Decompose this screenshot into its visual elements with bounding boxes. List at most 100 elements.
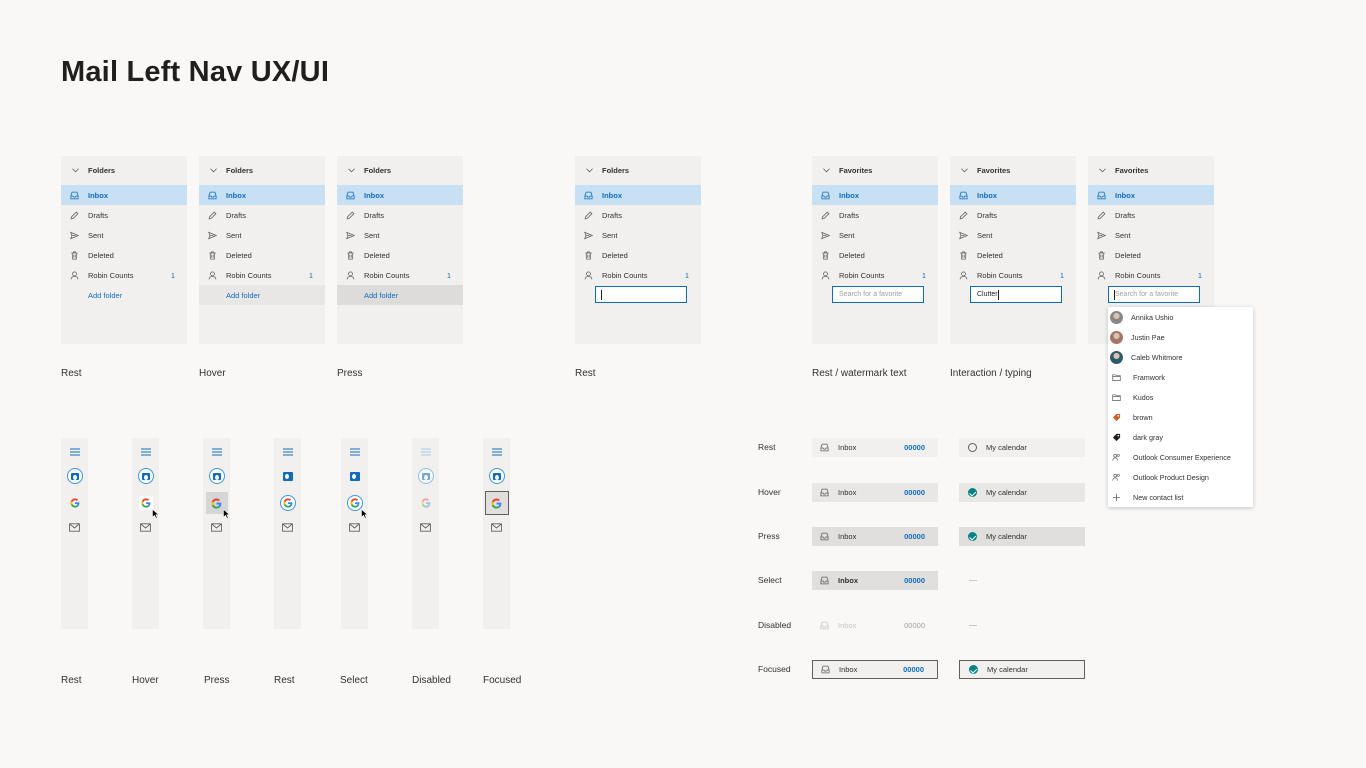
nav-item-robin-counts[interactable]: Robin Counts 1 [199, 265, 325, 285]
nav-item-deleted[interactable]: Deleted [337, 245, 463, 265]
nav-item-drafts[interactable]: Drafts [1088, 205, 1214, 225]
nav-item-deleted[interactable]: Deleted [575, 245, 701, 265]
favorite-suggestion-item[interactable]: New contact list [1108, 487, 1253, 507]
favorite-suggestion-item[interactable]: Justin Pae [1108, 327, 1253, 347]
google-account-button[interactable] [483, 491, 510, 515]
nav-item-deleted[interactable]: Deleted [1088, 245, 1214, 265]
add-folder-link[interactable]: Add folder [337, 285, 463, 305]
nav-item-inbox[interactable]: Inbox [1088, 185, 1214, 205]
favorite-suggestion-item[interactable]: Outlook Consumer Experience [1108, 447, 1253, 467]
nav-item-sent[interactable]: Sent [812, 225, 938, 245]
nav-item-robin-counts[interactable]: Robin Counts 1 [812, 265, 938, 285]
inbox-item-disabled[interactable]: Inbox 00000 [812, 616, 938, 635]
hamburger-icon[interactable] [61, 446, 88, 458]
nav-item-sent[interactable]: Sent [199, 225, 325, 245]
favorite-suggestion-item[interactable]: Annika Ushio [1108, 307, 1253, 327]
hamburger-icon[interactable] [483, 446, 510, 458]
nav-item-inbox[interactable]: Inbox [950, 185, 1076, 205]
hamburger-icon[interactable] [274, 446, 301, 458]
nav-item-drafts[interactable]: Drafts [812, 205, 938, 225]
favorite-search-input[interactable]: Search for a favorite [832, 286, 924, 303]
favorite-search-input[interactable]: Clutter [970, 286, 1062, 303]
google-account-button[interactable] [61, 492, 88, 514]
favorite-suggestion-item[interactable]: Kudos [1108, 387, 1253, 407]
nav-item-robin-counts[interactable]: Robin Counts 1 [337, 265, 463, 285]
favorite-suggestion-item[interactable]: dark gray [1108, 427, 1253, 447]
add-folder-link[interactable]: Add folder [199, 285, 325, 305]
nav-item-inbox[interactable]: Inbox [199, 185, 325, 205]
nav-section-header[interactable]: Favorites [812, 156, 938, 185]
nav-item-inbox[interactable]: Inbox [812, 185, 938, 205]
nav-section-header[interactable]: Folders [337, 156, 463, 185]
outlook-account-button[interactable] [274, 466, 301, 486]
nav-item-sent[interactable]: Sent [1088, 225, 1214, 245]
calendar-item-hover[interactable]: My calendar [959, 483, 1085, 502]
nav-item-drafts[interactable]: Drafts [337, 205, 463, 225]
inbox-item-focused[interactable]: Inbox 00000 [812, 660, 938, 679]
nav-section-header[interactable]: Folders [575, 156, 701, 185]
nav-section-header[interactable]: Folders [199, 156, 325, 185]
nav-item-inbox[interactable]: Inbox [575, 185, 701, 205]
mail-icon[interactable] [203, 522, 230, 532]
calendar-item-press[interactable]: My calendar [959, 527, 1085, 546]
nav-item-robin-counts[interactable]: Robin Counts 1 [575, 265, 701, 285]
google-account-button[interactable] [274, 492, 301, 514]
nav-section-header[interactable]: Favorites [950, 156, 1076, 185]
panel-label-watermark: Rest / watermark text [812, 368, 907, 379]
mail-icon[interactable] [483, 522, 510, 532]
inbox-item-select[interactable]: Inbox 00000 [812, 571, 938, 590]
outlook-account-button[interactable] [61, 466, 88, 486]
google-account-button[interactable] [412, 492, 439, 514]
mail-icon[interactable] [341, 522, 368, 532]
outlook-account-button[interactable] [483, 466, 510, 486]
inbox-item-hover[interactable]: Inbox 00000 [812, 483, 938, 502]
hamburger-icon[interactable] [203, 446, 230, 458]
nav-item-deleted[interactable]: Deleted [812, 245, 938, 265]
nav-item-drafts[interactable]: Drafts [950, 205, 1076, 225]
nav-item-label: Robin Counts [226, 270, 272, 280]
mail-icon[interactable] [132, 522, 159, 532]
nav-item-sent[interactable]: Sent [337, 225, 463, 245]
calendar-not-applicable-dash [969, 580, 977, 581]
nav-item-drafts[interactable]: Drafts [199, 205, 325, 225]
inbox-item-press[interactable]: Inbox 00000 [812, 527, 938, 546]
hamburger-icon[interactable] [341, 446, 368, 458]
mail-icon[interactable] [61, 522, 88, 532]
tag-icon [1112, 433, 1121, 442]
favorite-search-input[interactable]: Search for a favorite [1108, 286, 1200, 303]
nav-item-drafts[interactable]: Drafts [575, 205, 701, 225]
nav-item-deleted[interactable]: Deleted [950, 245, 1076, 265]
new-folder-input[interactable] [595, 286, 687, 303]
nav-item-sent[interactable]: Sent [61, 225, 187, 245]
nav-item-sent[interactable]: Sent [575, 225, 701, 245]
outlook-account-button[interactable] [203, 466, 230, 486]
nav-item-robin-counts[interactable]: Robin Counts 1 [1088, 265, 1214, 285]
hamburger-icon[interactable] [132, 446, 159, 458]
favorite-suggestion-item[interactable]: Framwork [1108, 367, 1253, 387]
nav-item-deleted[interactable]: Deleted [61, 245, 187, 265]
calendar-item-rest[interactable]: My calendar [959, 438, 1085, 457]
inbox-item-rest[interactable]: Inbox 00000 [812, 438, 938, 457]
outlook-account-button[interactable] [412, 466, 439, 486]
nav-item-deleted[interactable]: Deleted [199, 245, 325, 265]
nav-section-header[interactable]: Folders [61, 156, 187, 185]
nav-item-label: Drafts [839, 210, 860, 220]
outlook-account-button[interactable] [341, 466, 368, 486]
nav-item-inbox[interactable]: Inbox [337, 185, 463, 205]
mail-icon[interactable] [412, 522, 439, 532]
nav-item-drafts[interactable]: Drafts [61, 205, 187, 225]
favorite-suggestion-item[interactable]: Caleb Whitmore [1108, 347, 1253, 367]
nav-rail-press [203, 438, 230, 629]
favorite-suggestion-item[interactable]: brown [1108, 407, 1253, 427]
nav-item-sent[interactable]: Sent [950, 225, 1076, 245]
outlook-account-button[interactable] [132, 466, 159, 486]
hamburger-icon[interactable] [412, 446, 439, 458]
nav-item-robin-counts[interactable]: Robin Counts 1 [950, 265, 1076, 285]
add-folder-link[interactable]: Add folder [61, 285, 187, 305]
nav-item-robin-counts[interactable]: Robin Counts 1 [61, 265, 187, 285]
calendar-item-focused[interactable]: My calendar [959, 660, 1085, 679]
nav-section-header[interactable]: Favorites [1088, 156, 1214, 185]
mail-icon[interactable] [274, 522, 301, 532]
nav-item-inbox[interactable]: Inbox [61, 185, 187, 205]
favorite-suggestion-item[interactable]: Outlook Product Design [1108, 467, 1253, 487]
